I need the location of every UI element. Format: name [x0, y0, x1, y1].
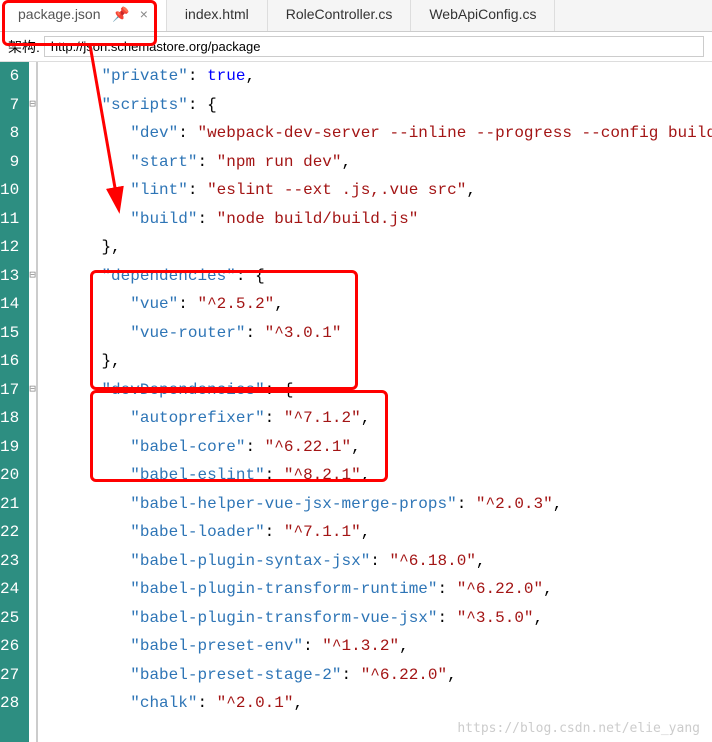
line-number: 6 [0, 62, 19, 91]
fold-toggle [29, 319, 36, 348]
pin-icon[interactable]: 📌 [112, 6, 129, 22]
fold-toggle [29, 461, 36, 490]
fold-toggle [29, 518, 36, 547]
fold-toggle [29, 547, 36, 576]
fold-toggle [29, 176, 36, 205]
fold-toggle[interactable]: ⊟ [29, 262, 36, 291]
watermark: https://blog.csdn.net/elie_yang [457, 721, 700, 736]
line-number: 11 [0, 205, 19, 234]
close-icon[interactable]: × [140, 6, 148, 22]
fold-toggle [29, 62, 36, 91]
fold-toggle [29, 490, 36, 519]
code-line[interactable]: "build": "node build/build.js" [44, 205, 712, 234]
tab-label: index.html [185, 6, 249, 22]
line-number: 16 [0, 347, 19, 376]
tab-rolecontroller[interactable]: RoleController.cs [268, 0, 412, 31]
schema-url-input[interactable] [44, 36, 704, 57]
code-line[interactable]: "babel-helper-vue-jsx-merge-props": "^2.… [44, 490, 712, 519]
code-line[interactable]: "babel-eslint": "^8.2.1", [44, 461, 712, 490]
code-content[interactable]: "private": true, "scripts": { "dev": "we… [38, 62, 712, 742]
line-number: 17 [0, 376, 19, 405]
line-number: 21 [0, 490, 19, 519]
line-number: 10 [0, 176, 19, 205]
tab-label: RoleController.cs [286, 6, 393, 22]
fold-toggle [29, 404, 36, 433]
code-line[interactable]: "chalk": "^2.0.1", [44, 689, 712, 718]
fold-toggle [29, 575, 36, 604]
line-number: 8 [0, 119, 19, 148]
tab-package-json[interactable]: package.json 📌 × [0, 0, 167, 31]
line-number: 7 [0, 91, 19, 120]
fold-toggle [29, 347, 36, 376]
code-line[interactable]: "dev": "webpack-dev-server --inline --pr… [44, 119, 712, 148]
code-line[interactable]: "babel-preset-env": "^1.3.2", [44, 632, 712, 661]
code-line[interactable]: "devDependencies": { [44, 376, 712, 405]
fold-toggle [29, 148, 36, 177]
code-line[interactable]: "babel-plugin-transform-runtime": "^6.22… [44, 575, 712, 604]
fold-toggle [29, 604, 36, 633]
line-number: 25 [0, 604, 19, 633]
line-number: 26 [0, 632, 19, 661]
fold-toggle[interactable]: ⊟ [29, 376, 36, 405]
fold-toggle [29, 632, 36, 661]
schema-bar: 架构: [0, 32, 712, 62]
code-line[interactable]: "babel-plugin-transform-vue-jsx": "^3.5.… [44, 604, 712, 633]
line-number: 28 [0, 689, 19, 718]
code-line[interactable]: "babel-preset-stage-2": "^6.22.0", [44, 661, 712, 690]
fold-toggle [29, 661, 36, 690]
line-number: 18 [0, 404, 19, 433]
fold-toggle[interactable]: ⊟ [29, 91, 36, 120]
code-line[interactable]: "vue": "^2.5.2", [44, 290, 712, 319]
tab-index-html[interactable]: index.html [167, 0, 268, 31]
fold-toggle [29, 290, 36, 319]
fold-toggle [29, 689, 36, 718]
code-line[interactable]: "scripts": { [44, 91, 712, 120]
line-number: 27 [0, 661, 19, 690]
tab-webapiconfig[interactable]: WebApiConfig.cs [411, 0, 555, 31]
code-line[interactable]: "babel-plugin-syntax-jsx": "^6.18.0", [44, 547, 712, 576]
line-number: 13 [0, 262, 19, 291]
code-line[interactable]: "vue-router": "^3.0.1" [44, 319, 712, 348]
line-number: 19 [0, 433, 19, 462]
line-number: 15 [0, 319, 19, 348]
code-line[interactable]: "private": true, [44, 62, 712, 91]
code-line[interactable]: }, [44, 233, 712, 262]
line-number: 22 [0, 518, 19, 547]
tab-label: package.json [18, 6, 101, 22]
line-number: 9 [0, 148, 19, 177]
line-number: 12 [0, 233, 19, 262]
code-line[interactable]: }, [44, 347, 712, 376]
line-number-gutter: 6789101112131415161718192021222324252627… [0, 62, 29, 742]
tab-label: WebApiConfig.cs [429, 6, 536, 22]
fold-toggle [29, 205, 36, 234]
line-number: 23 [0, 547, 19, 576]
code-line[interactable]: "dependencies": { [44, 262, 712, 291]
schema-label: 架构: [8, 37, 40, 57]
line-number: 20 [0, 461, 19, 490]
code-line[interactable]: "lint": "eslint --ext .js,.vue src", [44, 176, 712, 205]
code-line[interactable]: "autoprefixer": "^7.1.2", [44, 404, 712, 433]
code-line[interactable]: "babel-core": "^6.22.1", [44, 433, 712, 462]
fold-toggle [29, 233, 36, 262]
tab-bar: package.json 📌 × index.html RoleControll… [0, 0, 712, 32]
fold-toggle [29, 119, 36, 148]
code-line[interactable]: "start": "npm run dev", [44, 148, 712, 177]
code-line[interactable]: "babel-loader": "^7.1.1", [44, 518, 712, 547]
code-editor[interactable]: 6789101112131415161718192021222324252627… [0, 62, 712, 742]
line-number: 14 [0, 290, 19, 319]
line-number: 24 [0, 575, 19, 604]
fold-gutter[interactable]: ⊟ ⊟ ⊟ [29, 62, 37, 742]
fold-toggle [29, 433, 36, 462]
